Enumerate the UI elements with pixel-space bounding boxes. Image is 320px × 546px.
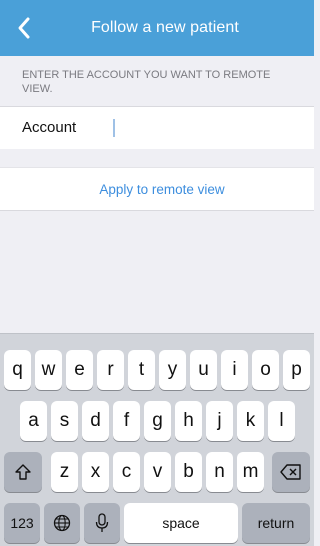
key-h[interactable]: h — [175, 401, 202, 441]
chevron-left-icon — [18, 17, 30, 39]
key-y[interactable]: y — [159, 350, 186, 390]
back-button[interactable] — [6, 8, 42, 48]
section-header-text: ENTER THE ACCOUNT YOU WANT TO REMOTE VIE… — [22, 69, 271, 95]
account-input[interactable] — [108, 113, 312, 143]
key-e[interactable]: e — [66, 350, 93, 390]
key-l[interactable]: l — [268, 401, 295, 441]
key-w[interactable]: w — [35, 350, 62, 390]
key-k[interactable]: k — [237, 401, 264, 441]
key-o[interactable]: o — [252, 350, 279, 390]
return-key[interactable]: return — [242, 503, 310, 543]
section-spacer — [0, 149, 314, 167]
key-v[interactable]: v — [144, 452, 171, 492]
key-b[interactable]: b — [175, 452, 202, 492]
numbers-key[interactable]: 123 — [4, 503, 40, 543]
key-c[interactable]: c — [113, 452, 140, 492]
on-screen-keyboard: q w e r t y u i o p a s d f g h j k l z … — [0, 333, 314, 546]
keyboard-row-3: z x c v b n m — [0, 452, 314, 492]
navigation-bar: Follow a new patient — [0, 0, 314, 56]
shift-arrow-icon — [15, 464, 31, 480]
keyboard-row-4: 123 space return — [0, 503, 314, 543]
account-row: Account — [0, 106, 314, 150]
apply-button[interactable]: Apply to remote view — [89, 182, 224, 197]
shift-key[interactable] — [4, 452, 42, 492]
text-cursor — [113, 119, 115, 137]
backspace-icon — [280, 464, 301, 480]
key-j[interactable]: j — [206, 401, 233, 441]
key-m[interactable]: m — [237, 452, 264, 492]
key-i[interactable]: i — [221, 350, 248, 390]
keyboard-row-1: q w e r t y u i o p — [0, 350, 314, 390]
globe-icon — [53, 514, 71, 532]
key-q[interactable]: q — [4, 350, 31, 390]
keyboard-row-2: a s d f g h j k l — [0, 401, 314, 441]
section-header: ENTER THE ACCOUNT YOU WANT TO REMOTE VIE… — [0, 56, 314, 106]
dictation-key[interactable] — [84, 503, 120, 543]
microphone-icon — [95, 513, 109, 532]
account-label: Account — [22, 119, 77, 136]
key-s[interactable]: s — [51, 401, 78, 441]
key-r[interactable]: r — [97, 350, 124, 390]
key-p[interactable]: p — [283, 350, 310, 390]
key-d[interactable]: d — [82, 401, 109, 441]
key-g[interactable]: g — [144, 401, 171, 441]
apply-row[interactable]: Apply to remote view — [0, 167, 314, 211]
key-n[interactable]: n — [206, 452, 233, 492]
key-z[interactable]: z — [51, 452, 78, 492]
key-u[interactable]: u — [190, 350, 217, 390]
space-key[interactable]: space — [124, 503, 238, 543]
key-x[interactable]: x — [82, 452, 109, 492]
key-a[interactable]: a — [20, 401, 47, 441]
key-t[interactable]: t — [128, 350, 155, 390]
backspace-key[interactable] — [272, 452, 310, 492]
key-f[interactable]: f — [113, 401, 140, 441]
page-title: Follow a new patient — [91, 19, 239, 36]
globe-key[interactable] — [44, 503, 80, 543]
